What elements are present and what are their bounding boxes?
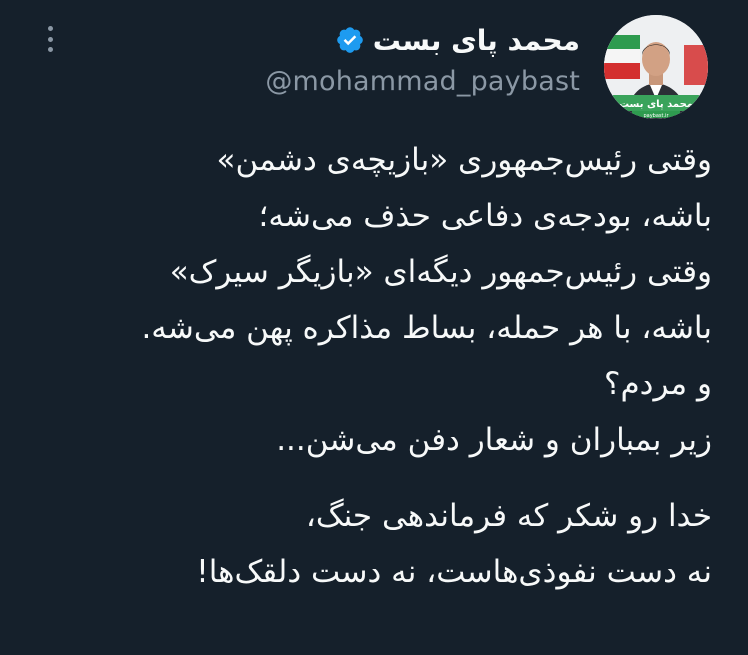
avatar-image: محمد پای بست paybast.ir [604, 15, 708, 119]
author-display-name[interactable]: محمد پای بست [373, 24, 580, 57]
display-name-row: محمد پای بست [265, 20, 580, 60]
more-dot [47, 36, 53, 42]
tweet-line: نه دست نفوذی‌هاست، نه دست دلقک‌ها! [196, 554, 712, 590]
tweet-line: وقتی رئیس‌جمهور دیگه‌ای «بازیگر سیرک» [169, 254, 712, 290]
author-avatar[interactable]: محمد پای بست paybast.ir [604, 15, 708, 119]
more-dot [47, 26, 53, 31]
tweet-line: باشه، با هر حمله، بساط مذاکره پهن می‌شه. [141, 310, 712, 346]
avatar-banner-caption: paybast.ir [643, 113, 669, 119]
tweet-line: باشه، بودجه‌ی دفاعی حذف می‌شه؛ [258, 198, 712, 234]
tweet-card: محمد پای بست @mohammad_paybast محمد پای … [0, 0, 748, 655]
tweet-line: و مردم؟ [604, 366, 712, 402]
verified-badge-icon [336, 27, 363, 53]
tweet-line: زیر بمباران و شعار دفن می‌شن... [276, 422, 712, 458]
avatar-banner-text: محمد پای بست [619, 99, 693, 110]
tweet-header: محمد پای بست @mohammad_paybast [265, 20, 580, 98]
more-options-icon[interactable] [40, 22, 60, 56]
tweet-line: وقتی رئیس‌جمهوری «بازیچه‌ی دشمن» [216, 142, 712, 178]
more-dot [47, 47, 53, 52]
tweet-text: وقتی رئیس‌جمهوری «بازیچه‌ی دشمن» باشه، ب… [22, 132, 712, 600]
tweet-line: خدا رو شکر که فرماندهی جنگ، [305, 498, 712, 534]
author-handle[interactable]: @mohammad_paybast [265, 66, 580, 97]
